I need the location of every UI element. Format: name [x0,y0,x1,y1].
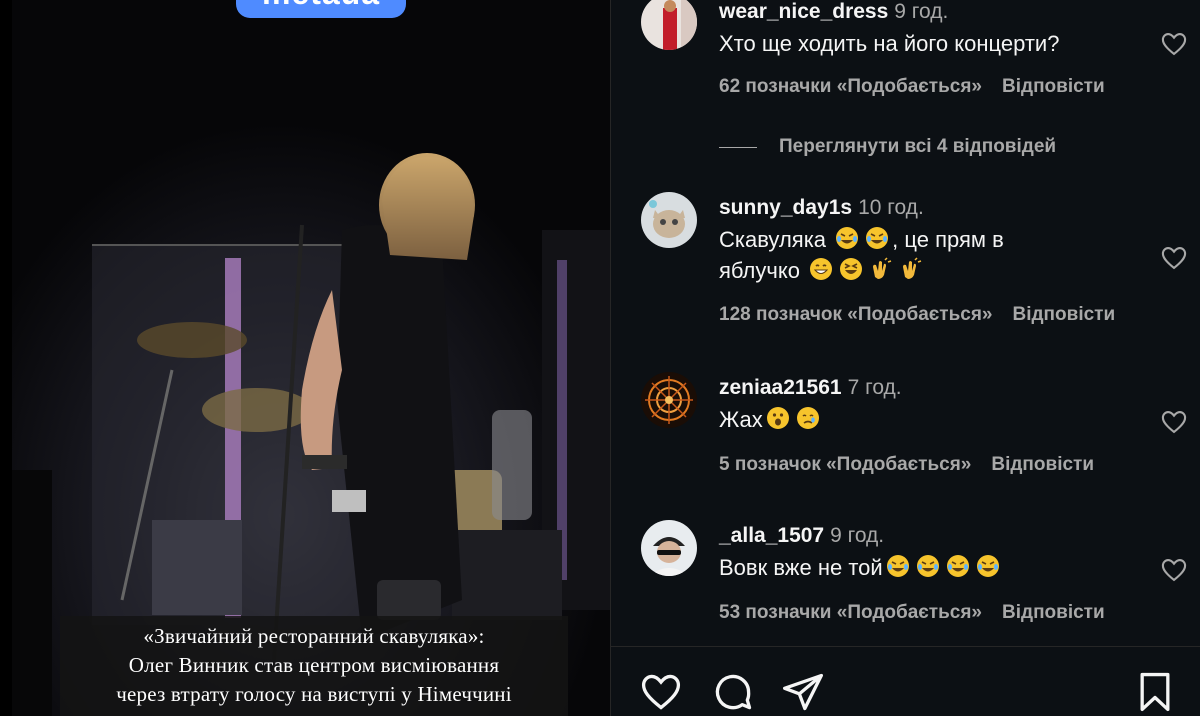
laughing-tears-emoji-icon [916,555,939,577]
likes-count[interactable]: 53 позначки «Подобається» [719,602,982,623]
post-actions-bar [611,660,1200,716]
paper-plane-icon[interactable] [781,670,825,714]
concert-photo [12,0,610,716]
comment-text: Жах [719,404,1139,435]
left-gutter [0,0,12,716]
grinning-emoji-icon [810,258,833,280]
comment-text-part: Вовк вже не той [719,555,883,580]
likes-count[interactable]: 62 позначки «Подобається» [719,76,982,97]
comments-panel: wear_nice_dress 9 год. Хто ще ходить на й… [610,0,1200,716]
avatar[interactable] [641,520,697,576]
comment-header: _alla_1507 9 год. [719,524,884,548]
comment-time: 10 год. [858,196,924,219]
comment-text: Вовк вже не той [719,552,1139,583]
comment-header: sunny_day1s 10 год. [719,196,924,220]
reply-button[interactable]: Відповісти [1013,304,1116,325]
clapping-hands-emoji-icon [873,257,892,279]
crying-emoji-icon [796,407,819,429]
comment-text-part: Жах [719,407,763,432]
avatar[interactable] [641,192,697,248]
squinting-laugh-emoji-icon [840,258,863,280]
laughing-tears-emoji-icon [836,227,859,249]
comment-text-part: Скавуляка [719,227,827,252]
comment-username[interactable]: zeniaa21561 [719,376,842,399]
astonished-emoji-icon [766,407,789,429]
likes-count[interactable]: 128 позначок «Подобається» [719,304,993,325]
view-replies-button[interactable]: Переглянути всі 4 відповідей [719,134,1056,160]
avatar[interactable] [641,372,697,428]
comment-meta: 53 позначки «Подобається» Відповісти [719,602,1105,624]
heart-icon[interactable] [639,670,683,714]
brand-watermark: metaua [236,0,406,18]
heart-icon[interactable] [1159,556,1189,584]
comment-header: zeniaa21561 7 год. [719,376,902,400]
laughing-tears-emoji-icon [976,555,999,577]
reply-button[interactable]: Відповісти [991,454,1094,475]
laughing-tears-emoji-icon [866,227,889,249]
comment-username[interactable]: sunny_day1s [719,196,852,219]
replies-line-divider [719,146,757,148]
video-caption: «Звичайний ресторанний скавуляка»: Олег … [60,616,568,716]
post-media[interactable]: metaua «Звичайний ресторанний скавуляка»… [12,0,610,716]
bookmark-icon[interactable] [1133,670,1177,714]
comment-meta: 62 позначки «Подобається» Відповісти [719,76,1105,98]
reply-button[interactable]: Відповісти [1002,602,1105,623]
comment-text: Хто ще ходить на його концерти? [719,31,1060,56]
clapping-hands-emoji-icon [903,257,922,279]
actions-divider [611,646,1200,647]
comment-meta: 5 позначок «Подобається» Відповісти [719,454,1094,476]
comment-meta: 128 позначок «Подобається» Відповісти [719,304,1115,326]
comment-username[interactable]: _alla_1507 [719,524,824,547]
caption-line: «Звичайний ресторанний скавуляка»: [143,624,485,648]
heart-icon[interactable] [1159,244,1189,272]
comment-bubble-icon[interactable] [711,670,755,714]
reply-button[interactable]: Відповісти [1002,76,1105,97]
comment-time: 9 год. [830,524,885,547]
heart-icon[interactable] [1159,408,1189,436]
comment-text-part: , це прям в [892,227,1004,252]
caption-line: Олег Винник став центром висміювання [128,653,500,677]
heart-icon[interactable] [1159,30,1189,58]
comment-time: 9 год. [894,0,949,23]
laughing-tears-emoji-icon [946,555,969,577]
comment-text-part: яблучко [719,258,800,283]
laughing-tears-emoji-icon [886,555,909,577]
caption-line: через втрату голосу на виступі у Німеччи… [116,682,512,706]
comment-text: Скавуляка , це прям в яблучко [719,224,1139,286]
comment-username[interactable]: wear_nice_dress [719,0,888,23]
view-replies-label[interactable]: Переглянути всі 4 відповідей [779,136,1056,158]
likes-count[interactable]: 5 позначок «Подобається» [719,454,971,475]
avatar[interactable] [641,0,697,50]
comment-time: 7 год. [847,376,902,399]
comment-header: wear_nice_dress 9 год. [719,0,948,24]
